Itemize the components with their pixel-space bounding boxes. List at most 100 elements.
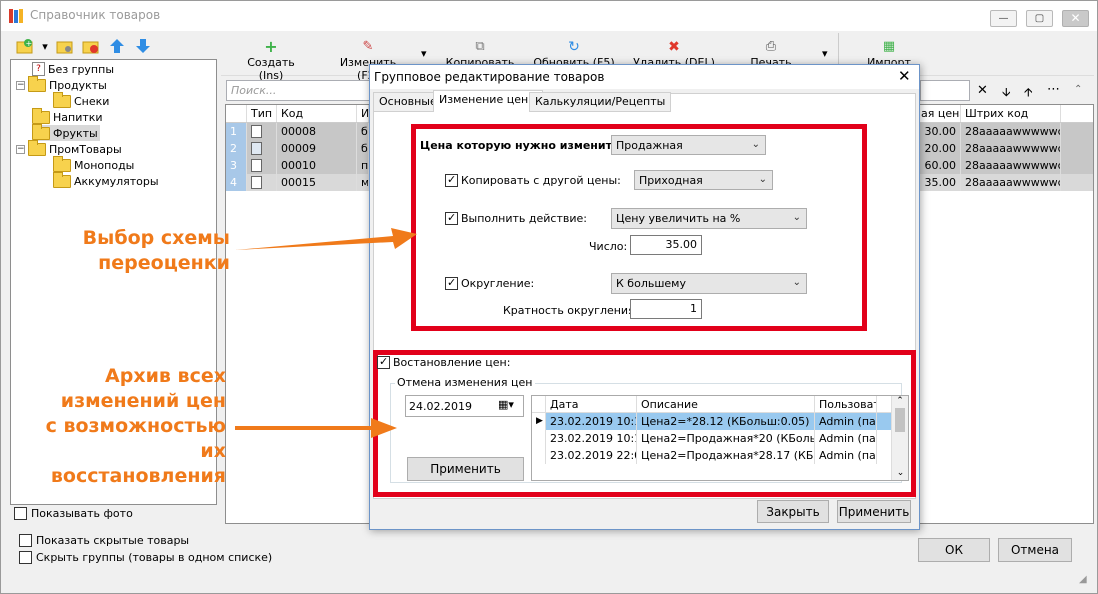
minimize-button[interactable]: — [990, 10, 1017, 27]
folder-icon [53, 155, 71, 172]
checkbox[interactable] [445, 173, 458, 187]
collapse-up-icon[interactable]: ⌃ [1074, 84, 1082, 95]
ok-button[interactable]: ОК [918, 538, 990, 562]
tree-item-label: Аккумуляторы [74, 174, 159, 188]
tab-price-change[interactable]: Изменение цены [433, 90, 543, 112]
checkbox[interactable] [14, 507, 27, 520]
search-up-icon[interactable]: 🡩 [1024, 83, 1033, 104]
tree-item-label: Напитки [53, 110, 103, 124]
arrow-up-icon[interactable] [106, 36, 128, 56]
table-row[interactable]: 23.02.2019 22:06 Цена2=Продажная*28.17 (… [532, 447, 908, 464]
checkbox[interactable] [19, 534, 32, 547]
col-name[interactable]: И [357, 105, 369, 122]
copy-from-select[interactable]: Приходная ⌄ [634, 170, 773, 190]
action-select[interactable]: Цену увеличить на % ⌄ [611, 208, 807, 229]
table-row[interactable]: ▶ 23.02.2019 10:13 Цена2=*28.12 (КБольш:… [532, 413, 908, 430]
document-question-icon: ? [32, 62, 45, 76]
maximize-button[interactable]: ▢ [1026, 10, 1053, 27]
checkbox[interactable] [445, 211, 458, 225]
checkbox[interactable] [19, 551, 32, 564]
rounding-select[interactable]: К большему ⌄ [611, 273, 807, 294]
history-header: Дата Описание Пользовате [532, 396, 908, 413]
show-hidden-checkbox[interactable]: Показать скрытые товары [19, 534, 189, 547]
search-input-right[interactable] [920, 80, 970, 101]
plus-icon: + [264, 37, 278, 56]
tree-item-label: Фрукты [53, 126, 98, 140]
books-icon [9, 9, 25, 23]
price-to-change-label: Цена которую нужно изменить: [420, 139, 624, 152]
show-photo-label: Показывать фото [31, 507, 133, 520]
col-user[interactable]: Пользовате [815, 396, 877, 413]
hide-groups-checkbox[interactable]: Скрыть группы (товары в одном списке) [19, 551, 272, 564]
history-scrollbar[interactable]: ⌃ ⌄ [891, 396, 908, 480]
annotation-arrows [235, 228, 417, 438]
close-window-button[interactable]: ✕ [1062, 10, 1089, 27]
col-desc[interactable]: Описание [637, 396, 815, 413]
delete-x-icon: ✖ [668, 39, 680, 55]
folder-icon [28, 139, 46, 156]
calendar-icon[interactable]: ▦▾ [498, 398, 514, 411]
printer-icon: ⎙ [765, 39, 777, 54]
tree-item-drinks[interactable]: Напитки [32, 107, 103, 125]
dropdown-arrow-icon[interactable]: ▾ [40, 36, 50, 56]
scroll-up-icon[interactable]: ⌃ [892, 396, 908, 406]
chevron-down-icon: ⌄ [758, 174, 767, 185]
copy-from-checkbox[interactable]: Копировать с другой цены: [445, 173, 621, 187]
tree-item-label: Моноподы [74, 158, 135, 172]
arrow-to-archive [235, 418, 397, 438]
resize-grip-icon[interactable]: ◢ [1079, 574, 1087, 585]
more-icon[interactable]: ⋯ [1047, 82, 1060, 97]
tree-item-batteries[interactable]: Аккумуляторы [53, 171, 159, 189]
col-type[interactable]: Тип [247, 105, 277, 122]
edit-dropdown-icon[interactable]: ▾ [421, 47, 427, 60]
number-input[interactable]: 35.00 [630, 235, 702, 255]
show-photo-checkbox[interactable]: Показывать фото [14, 507, 133, 520]
tree-item-promtovary[interactable]: − ПромТовары [16, 139, 122, 157]
tree-item-fruits[interactable]: Фрукты [32, 123, 100, 141]
dialog-apply-button[interactable]: Применить [837, 500, 911, 523]
row-pointer-icon: ▶ [532, 413, 546, 430]
col-code[interactable]: Код [277, 105, 357, 122]
dialog-close-button[interactable]: Закрыть [757, 500, 829, 523]
calculator-icon [247, 140, 277, 157]
tree-item-label: ПромТовары [49, 142, 122, 156]
collapse-icon[interactable]: − [16, 144, 25, 154]
price-to-change-select[interactable]: Продажная ⌄ [611, 135, 766, 155]
search-input[interactable]: Поиск... [226, 80, 372, 101]
col-price[interactable]: ая цена [917, 105, 961, 122]
tree-item-label: Снеки [74, 94, 110, 108]
folder-delete-icon[interactable] [80, 36, 102, 56]
rounding-mult-label: Кратность округления: [503, 304, 639, 317]
dialog-close-icon[interactable]: ✕ [898, 67, 911, 85]
scroll-thumb[interactable] [895, 408, 905, 432]
scroll-down-icon[interactable]: ⌄ [892, 468, 908, 478]
tab-calculations[interactable]: Калькуляции/Рецепты [529, 92, 672, 112]
cancel-button[interactable]: Отмена [998, 538, 1072, 562]
action-checkbox[interactable]: Выполнить действие: [445, 211, 587, 225]
title-bar [1, 1, 1097, 31]
col-barcode[interactable]: Штрих код [961, 105, 1061, 122]
search-down-icon[interactable]: 🡫 [1002, 83, 1011, 104]
tree-item-no-group[interactable]: ? Без группы [32, 61, 114, 77]
tree-item-snacks[interactable]: Снеки [53, 91, 110, 109]
document-check-icon [247, 157, 277, 174]
checkbox[interactable] [445, 276, 458, 290]
tree-item-monopods[interactable]: Моноподы [53, 155, 135, 173]
create-button[interactable]: + Создать (Ins) [235, 37, 307, 83]
apply-history-button[interactable]: Применить [407, 457, 524, 481]
arrow-down-icon[interactable] [132, 36, 154, 56]
history-grid: Дата Описание Пользовате ▶ 23.02.2019 10… [531, 395, 909, 481]
clear-search-icon[interactable]: ✕ [977, 83, 988, 98]
folder-icon [28, 75, 46, 92]
document-check-icon [247, 123, 277, 140]
folder-icon [53, 171, 71, 188]
add-folder-icon[interactable]: + [14, 36, 36, 56]
rounding-checkbox[interactable]: Округление: [445, 276, 534, 290]
col-date[interactable]: Дата [546, 396, 637, 413]
collapse-icon[interactable]: − [16, 80, 25, 90]
folder-settings-icon[interactable] [54, 36, 76, 56]
dialog-title: Групповое редактирование товаров [374, 70, 605, 84]
print-dropdown-icon[interactable]: ▾ [822, 47, 828, 60]
rounding-mult-input[interactable]: 1 [630, 299, 702, 319]
table-row[interactable]: 23.02.2019 10:14 Цена2=Продажная*20 (КБо… [532, 430, 908, 447]
